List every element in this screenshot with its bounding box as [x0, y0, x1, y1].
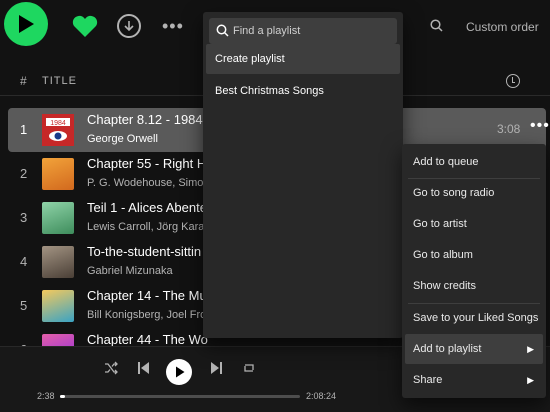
- track-number: 4: [20, 254, 28, 269]
- menu-item-go-to-artist[interactable]: Go to artist: [405, 209, 543, 239]
- track-artist[interactable]: P. G. Wodehouse, Simon: [87, 177, 210, 189]
- track-title[interactable]: Chapter 44 - The Wo: [87, 332, 208, 347]
- track-title[interactable]: Chapter 55 - Right H: [87, 156, 206, 171]
- total-time: 2:08:24: [306, 391, 337, 401]
- svg-text:1984: 1984: [50, 120, 66, 127]
- track-number: 5: [20, 298, 28, 313]
- progress-bar[interactable]: [60, 395, 300, 398]
- heart-icon: [72, 15, 98, 38]
- track-number: 3: [20, 210, 28, 225]
- track-artist[interactable]: George Orwell: [87, 133, 158, 145]
- track-artist[interactable]: Gabriel Mizunaka: [87, 265, 173, 277]
- album-art: [42, 290, 74, 322]
- column-title-header[interactable]: TITLE: [42, 75, 77, 87]
- search-in-playlist-button[interactable]: [430, 19, 443, 37]
- menu-item-save-to-liked-songs[interactable]: Save to your Liked Songs: [405, 303, 543, 333]
- menu-item-share[interactable]: Share ▶: [405, 365, 543, 395]
- menu-item-add-to-queue[interactable]: Add to queue: [405, 147, 543, 177]
- sort-order-dropdown[interactable]: Custom order: [466, 20, 539, 34]
- menu-item-go-to-song-radio[interactable]: Go to song radio: [405, 178, 543, 208]
- track-number: 2: [20, 166, 28, 181]
- play-icon: [19, 15, 34, 33]
- track-title[interactable]: To-the-student-sittin: [87, 244, 201, 259]
- like-button[interactable]: [72, 14, 98, 43]
- menu-item-go-to-album[interactable]: Go to album: [405, 240, 543, 270]
- repeat-icon: [244, 364, 254, 372]
- repeat-button[interactable]: [242, 361, 256, 380]
- search-icon: [430, 19, 443, 32]
- track-title[interactable]: Chapter 14 - The Mu: [87, 288, 207, 303]
- menu-item-label: Share: [413, 374, 443, 386]
- search-icon: [216, 24, 229, 42]
- track-duration: 3:08: [497, 122, 521, 136]
- track-artist[interactable]: Lewis Carroll, Jörg Kara: [87, 221, 204, 233]
- track-artist[interactable]: Bill Konigsberg, Joel Fro: [87, 309, 206, 321]
- download-button[interactable]: [117, 14, 141, 38]
- track-more-button[interactable]: •••: [530, 117, 550, 135]
- track-number: 1: [20, 122, 28, 137]
- track-title[interactable]: Chapter 8.12 - 1984: [87, 112, 203, 127]
- play-pause-button[interactable]: [166, 359, 192, 385]
- menu-item-label: Add to playlist: [413, 343, 482, 355]
- elapsed-time: 2:38: [37, 391, 55, 401]
- column-number-header: #: [20, 74, 27, 88]
- next-button[interactable]: [210, 361, 223, 380]
- progress-fill: [60, 395, 65, 398]
- shuffle-icon: [105, 361, 118, 375]
- skip-forward-icon: [211, 362, 222, 374]
- playlist-submenu: Create playlist Best Christmas Songs: [203, 12, 403, 338]
- clock-icon: [506, 74, 520, 88]
- create-playlist-item[interactable]: Create playlist: [206, 44, 400, 74]
- play-button[interactable]: [4, 2, 48, 46]
- previous-button[interactable]: [137, 361, 150, 380]
- album-art: [42, 246, 74, 278]
- chevron-right-icon: ▶: [527, 375, 534, 385]
- play-icon: [175, 366, 184, 378]
- menu-item-show-credits[interactable]: Show credits: [405, 271, 543, 301]
- track-context-menu: Add to queue Go to song radio Go to arti…: [402, 144, 546, 398]
- album-art: [42, 202, 74, 234]
- shuffle-button[interactable]: [104, 361, 118, 380]
- download-arrow-icon: [124, 21, 134, 32]
- skip-back-icon: [138, 362, 149, 374]
- playlist-search-box[interactable]: [209, 18, 397, 44]
- menu-item-add-to-playlist[interactable]: Add to playlist ▶: [405, 334, 543, 364]
- track-title[interactable]: Teil 1 - Alices Abente: [87, 200, 207, 215]
- playlist-item[interactable]: Best Christmas Songs: [206, 76, 400, 106]
- playlist-search-input[interactable]: [233, 22, 393, 40]
- more-options-button[interactable]: •••: [162, 16, 184, 37]
- album-art: 1984: [42, 114, 74, 146]
- chevron-right-icon: ▶: [527, 344, 534, 354]
- album-art: [42, 158, 74, 190]
